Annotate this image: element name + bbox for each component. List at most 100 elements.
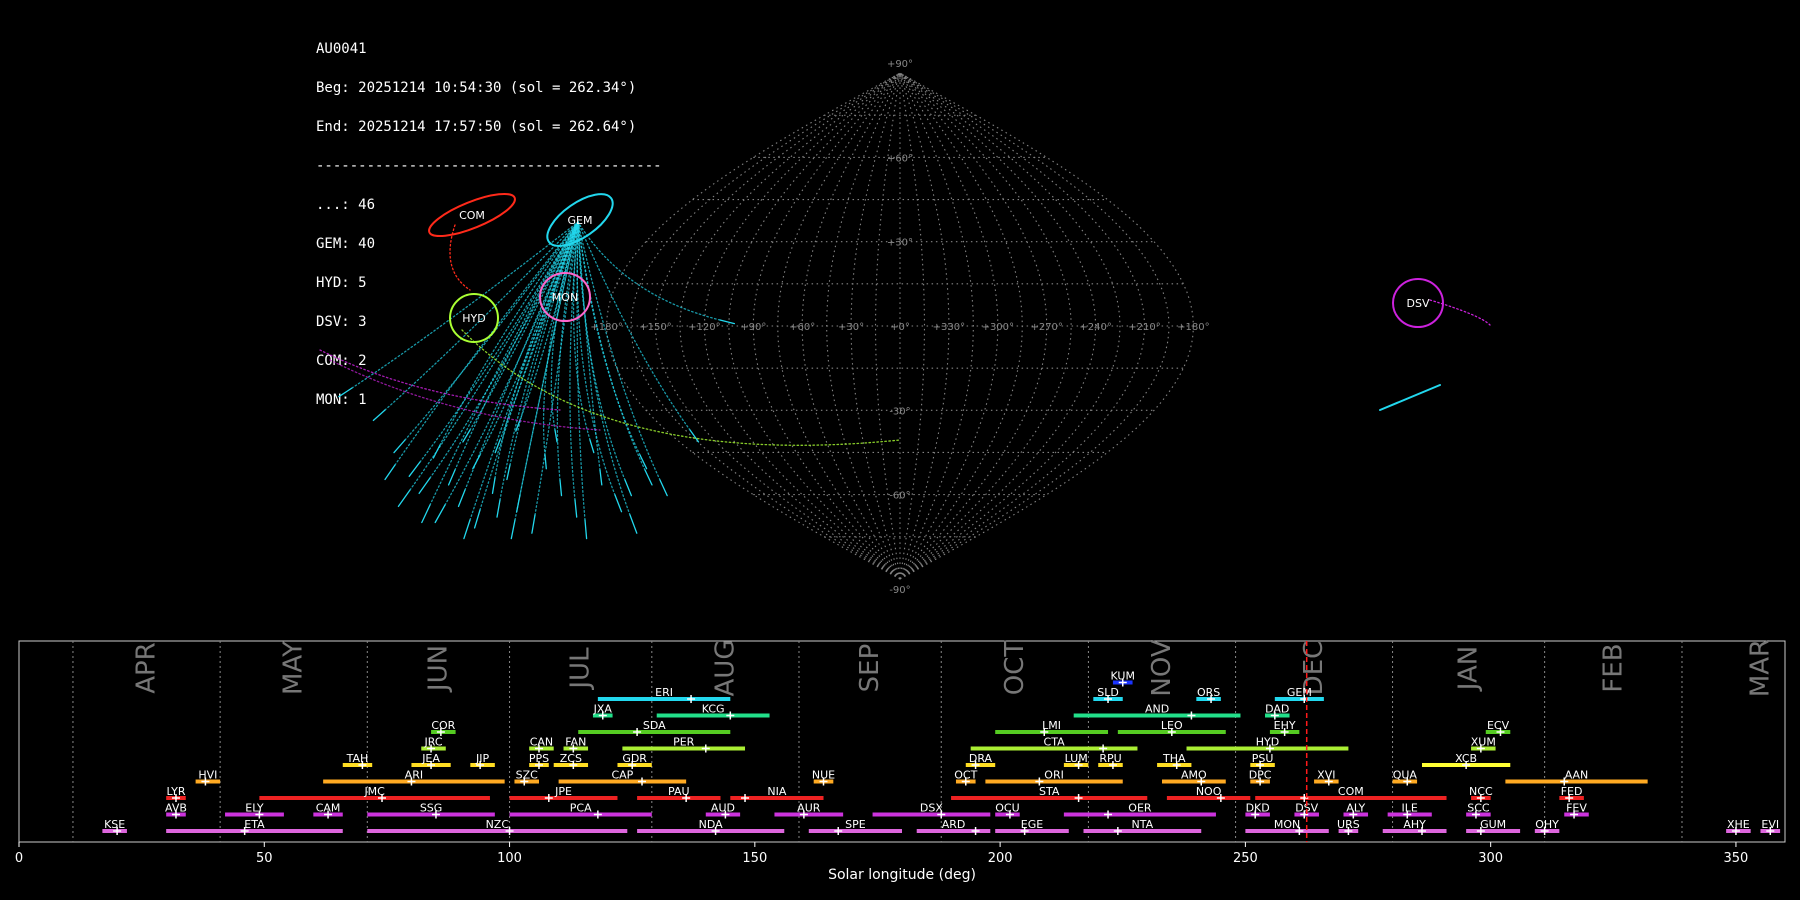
shower-code-label: JPE [554, 785, 572, 798]
shower-code-label: FEV [1566, 802, 1587, 815]
sky-tick-labels: +180° +150° +120° +90° +60° +30° +0° +330° +300°… [590, 59, 1209, 596]
month-label: MAY [279, 641, 309, 695]
shower-code-label: LUM [1065, 752, 1088, 765]
meteor-trail-segment [624, 479, 633, 497]
month-label: JAN [1454, 646, 1484, 692]
meteor-trail-segment [408, 461, 421, 477]
shower-code-label: SCC [1467, 802, 1490, 815]
shower-code-label: XCB [1455, 752, 1477, 765]
shower-code-label: PPS [529, 752, 549, 765]
shower-code-label: FED [1561, 785, 1583, 798]
shower-code-label: DSX [920, 802, 943, 815]
longitude-tick-label: +30° [838, 322, 864, 333]
meteor-trail-projection [461, 329, 901, 446]
shower-code-label: DKD [1246, 802, 1270, 815]
x-tick-label: 50 [256, 851, 273, 866]
longitude-tick-label: +240° [1079, 322, 1111, 333]
shower-code-label: ETA [244, 818, 265, 831]
shower-code-label: COR [431, 719, 455, 732]
shower-code-label: CAP [611, 769, 633, 782]
shower-code-label: KSE [104, 818, 125, 831]
shower-code-label: TAH [346, 752, 369, 765]
longitude-tick-label: +300° [982, 322, 1014, 333]
month-label: MAR [1745, 640, 1775, 697]
shower-code-label: JRC [424, 736, 443, 749]
shower-code-label: XVI [1317, 769, 1335, 782]
x-tick-label: 350 [1724, 851, 1749, 866]
radiant-label: COM [459, 209, 485, 222]
meteor-trail-segment [531, 514, 536, 534]
latitude-tick-label: +60° [887, 153, 913, 164]
shower-code-label: NTA [1132, 818, 1154, 831]
shower-code-label: SPE [845, 818, 866, 831]
shower-code-label: XUM [1471, 736, 1496, 749]
meteor-trail-segment [510, 519, 516, 540]
shower-code-label: JMC [363, 785, 385, 798]
month-label: FEB [1598, 643, 1628, 692]
shower-code-label: RPU [1099, 752, 1121, 765]
longitude-tick-label: +90° [740, 322, 766, 333]
shower-code-label: ALY [1346, 802, 1365, 815]
shower-code-label: SLD [1097, 686, 1119, 699]
meteor-trail-segment [584, 519, 588, 540]
shower-code-label: ARI [405, 769, 423, 782]
meteor-trail-segment [574, 499, 578, 518]
shower-code-label: SDA [643, 719, 666, 732]
meteor-trail-segment [421, 504, 431, 524]
month-label: JUL [566, 647, 596, 691]
longitude-tick-label: +60° [789, 322, 815, 333]
month-label: APR [132, 642, 162, 694]
shower-code-label: PSU [1252, 752, 1274, 765]
meteor-trail-segment [397, 489, 411, 508]
radiant-label: GEM [568, 214, 593, 227]
radiant-label: DSV [1407, 297, 1430, 310]
shower-code-label: AAN [1565, 769, 1589, 782]
shower-code-label: AUR [797, 802, 821, 815]
shower-code-label: GEM [1287, 686, 1312, 699]
shower-code-label: LYR [166, 785, 185, 798]
shower-code-label: LMI [1042, 719, 1061, 732]
shower-code-label: SZC [516, 769, 539, 782]
meteor-trail-segment [1379, 384, 1441, 411]
latitude-tick-label: +30° [887, 238, 913, 249]
longitude-tick-label: +150° [639, 322, 671, 333]
meteor-trail-segment [659, 479, 668, 497]
shower-code-label: ELY [245, 802, 264, 815]
meteor-trail-projection [519, 221, 579, 496]
meteor-trail-segment [384, 464, 396, 481]
radiant-label: HYD [462, 312, 485, 325]
shower-code-label: URS [1337, 818, 1360, 831]
meteor-trail-projection [577, 221, 626, 481]
month-label: JUN [423, 645, 453, 693]
meteor-trail-segment [496, 499, 501, 518]
shower-code-label: JXA [593, 703, 613, 716]
latitude-tick-label: -90° [889, 585, 910, 596]
meteor-trail-segment [418, 477, 431, 495]
shower-code-label: AMO [1181, 769, 1207, 782]
shower-code-label: COM [1338, 785, 1364, 798]
shower-code-label: ERI [655, 686, 673, 699]
shower-code-label: HYD [1256, 736, 1279, 749]
meteor-trail-segment [599, 469, 603, 486]
shower-code-label: ORS [1197, 686, 1220, 699]
shower-code-label: THA [1162, 752, 1186, 765]
shower-code-label: NUE [812, 769, 835, 782]
meteor-trail-segment [491, 477, 496, 495]
latitude-tick-label: -60° [889, 491, 910, 502]
shower-code-label: NDA [699, 818, 724, 831]
meteor-trail-segment [589, 439, 595, 454]
longitude-tick-label: +180° [590, 322, 622, 333]
shower-code-label: ORI [1044, 769, 1064, 782]
longitude-tick-label: +0° [890, 322, 910, 333]
shower-code-label: CAN [530, 736, 553, 749]
x-axis-label: Solar longitude (deg) [828, 867, 976, 883]
shower-code-label: EGE [1021, 818, 1043, 831]
shower-timeline-chart: APR MAY JUN JUL AUG SEP OCT NOV DEC JAN FEB MARKUME… [15, 640, 1786, 883]
shower-code-label: OER [1128, 802, 1152, 815]
shower-code-label: GDR [622, 752, 647, 765]
meteor-trail-segment [629, 514, 638, 534]
shower-code-label: NZC [486, 818, 510, 831]
shower-code-label: SSG [420, 802, 443, 815]
meteor-trail-segment [372, 409, 386, 422]
shower-code-label: DPC [1249, 769, 1272, 782]
